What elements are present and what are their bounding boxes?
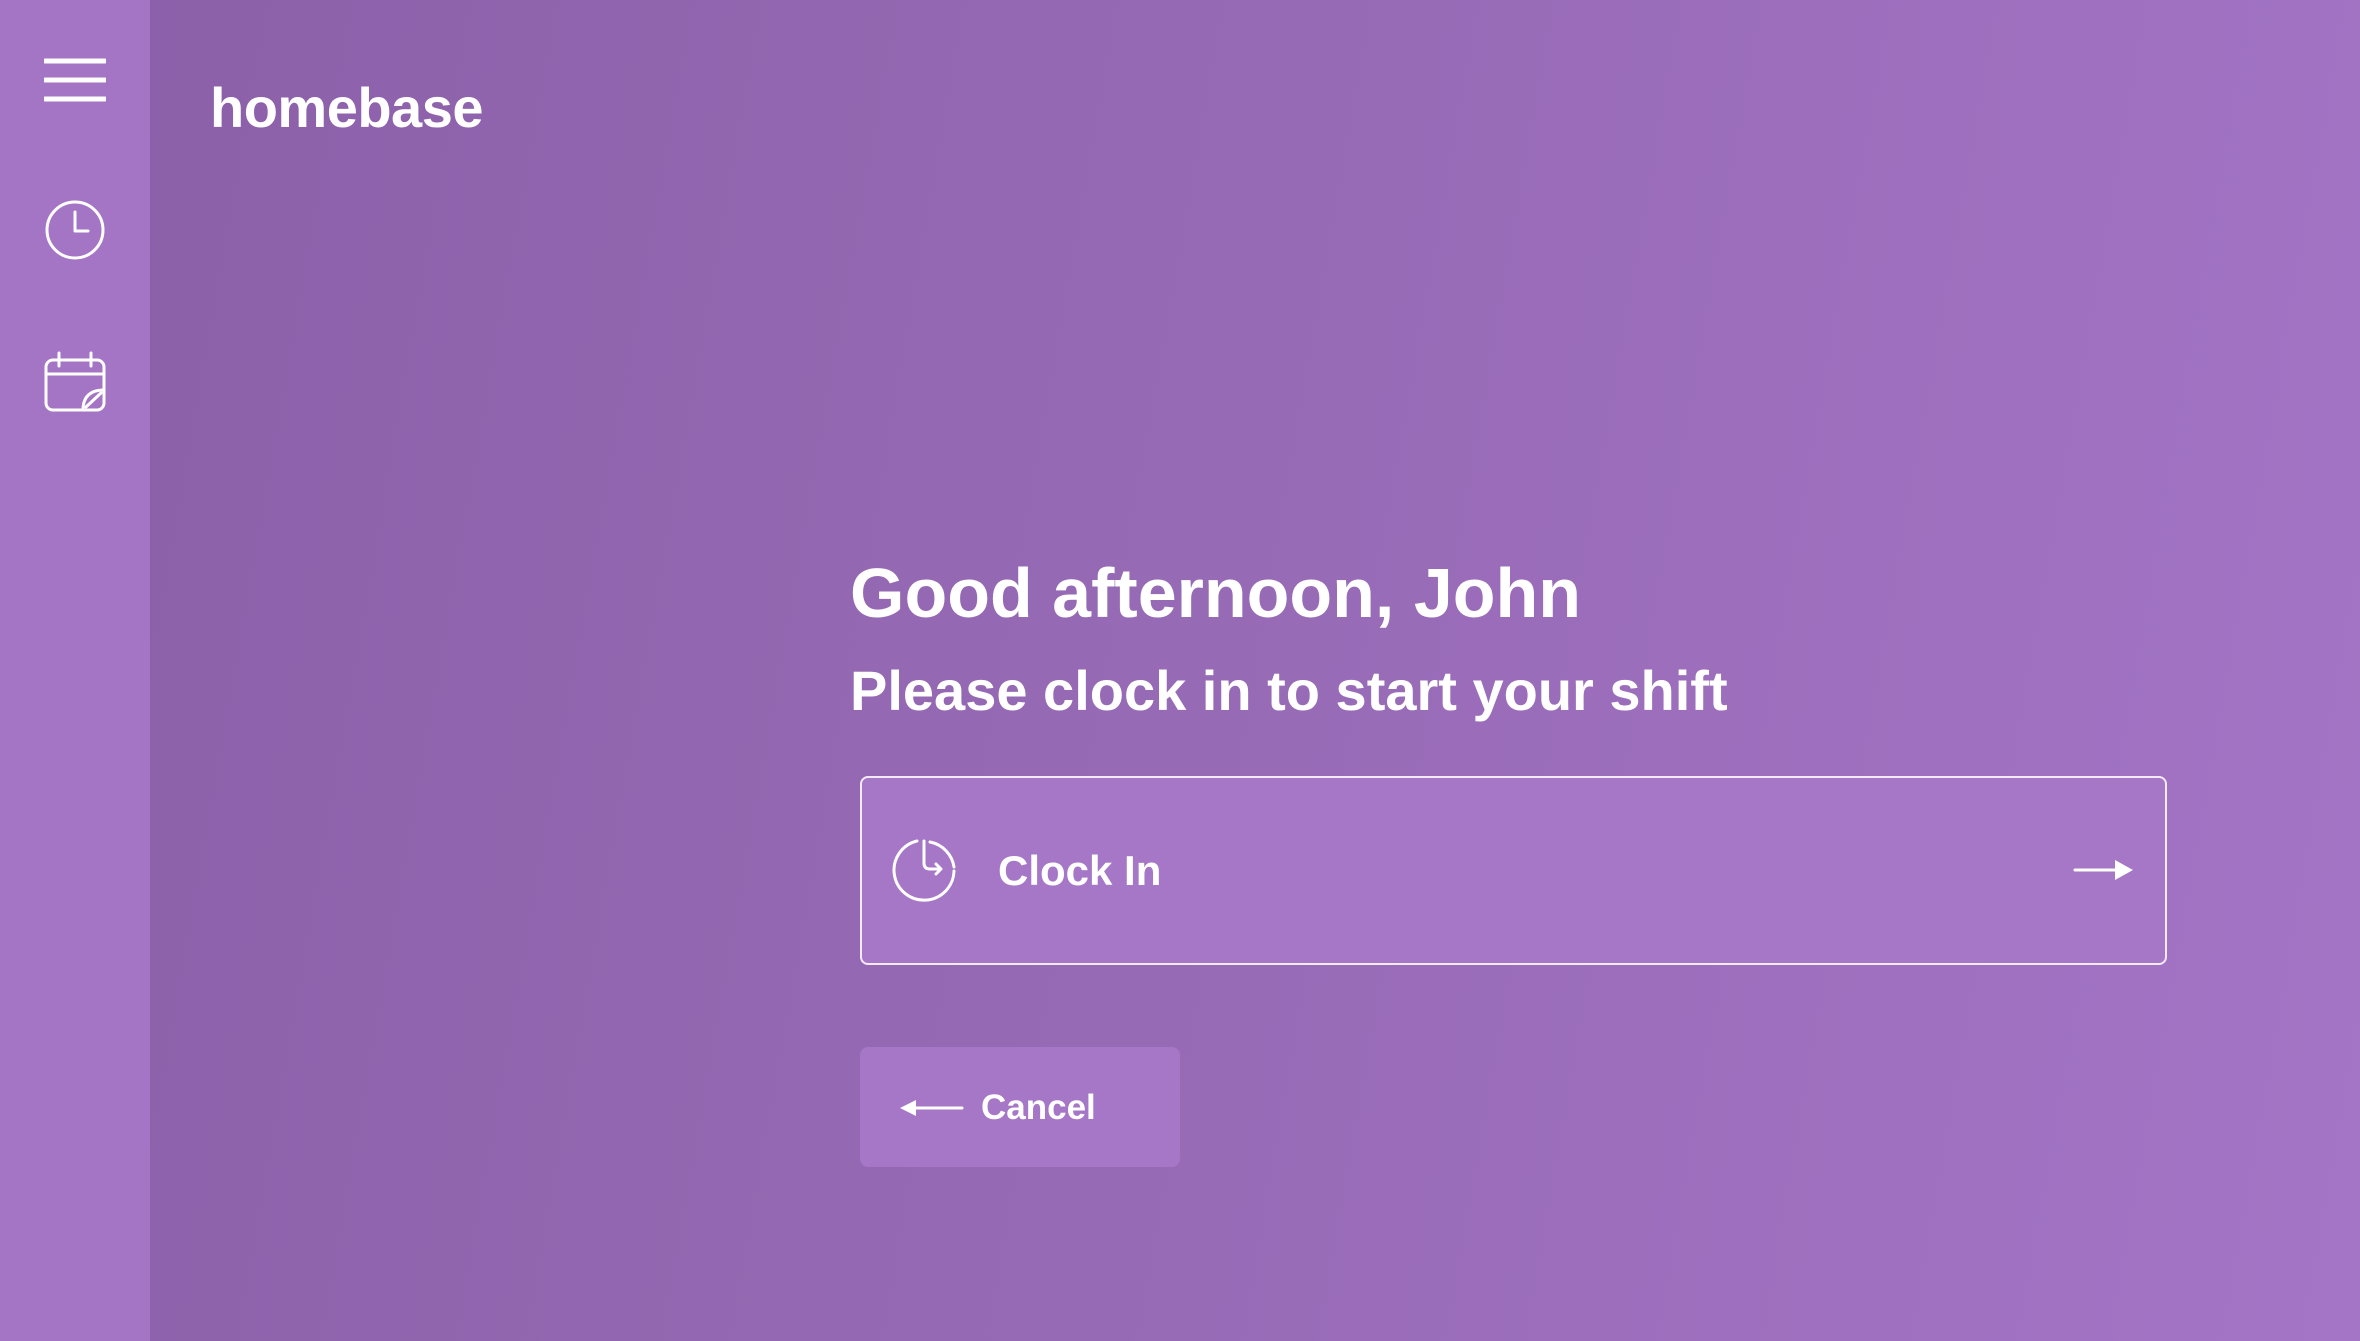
sidebar-item-menu[interactable] xyxy=(0,25,150,135)
brand-logo: homebase xyxy=(210,76,484,139)
clock-icon xyxy=(45,200,105,260)
greeting-heading: Good afternoon, John xyxy=(850,554,1582,632)
cancel-button[interactable]: Cancel xyxy=(860,1047,1180,1167)
clock-in-icon xyxy=(892,839,956,902)
calendar-note-icon xyxy=(44,351,106,412)
clock-in-button[interactable]: Clock In xyxy=(860,776,2167,965)
arrow-left-icon xyxy=(900,1100,964,1116)
sidebar-item-schedule[interactable] xyxy=(0,327,150,437)
hamburger-menu-icon xyxy=(44,58,106,102)
sidebar-item-timeclock[interactable] xyxy=(0,175,150,285)
arrow-right-icon xyxy=(2073,860,2133,880)
clock-in-label: Clock In xyxy=(998,847,1162,894)
clock-in-screen: homebase Good afternoon, John Please clo… xyxy=(0,0,2360,1341)
sidebar xyxy=(0,0,150,1341)
cancel-label: Cancel xyxy=(981,1088,1096,1127)
greeting-subtitle: Please clock in to start your shift xyxy=(850,659,1728,722)
